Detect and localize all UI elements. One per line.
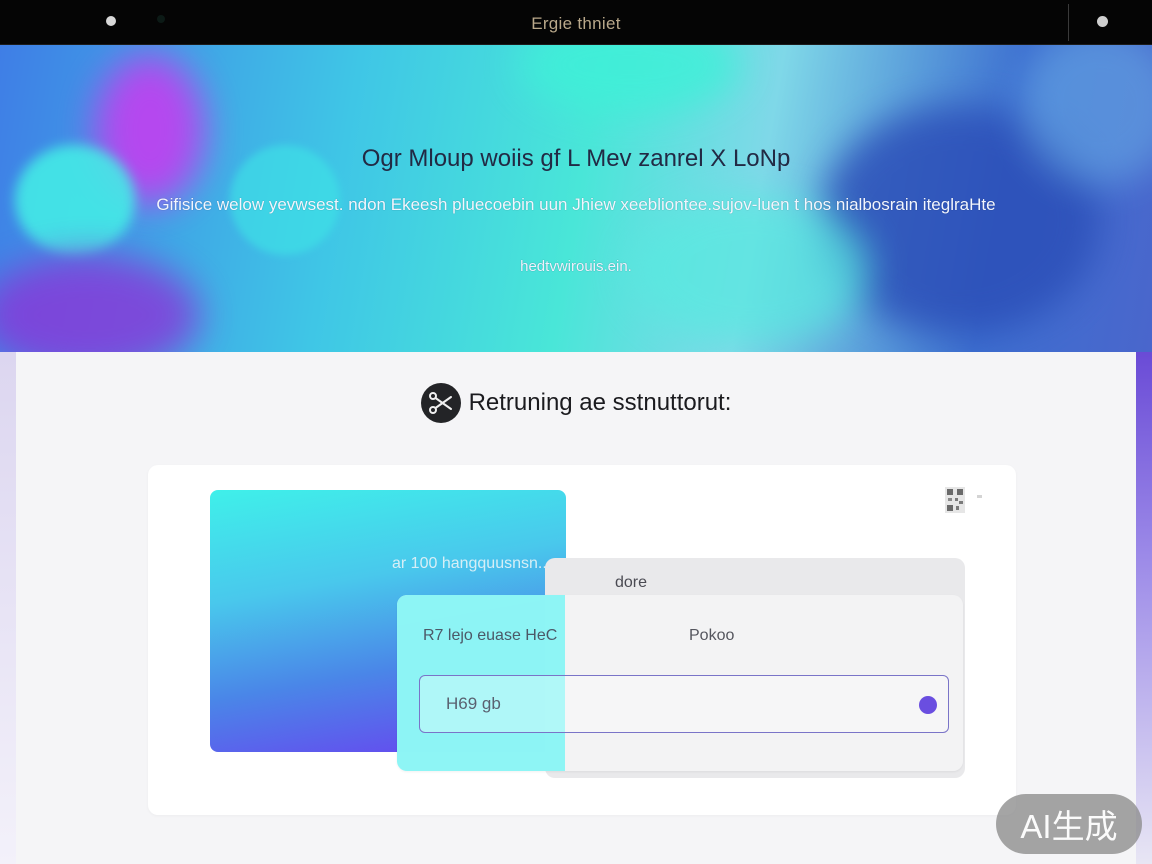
page: Ergie thniet Ogr Mloup woiis gf L Mev za… [0, 0, 1152, 864]
qr-caption-mark [977, 495, 982, 498]
main-card: Retruning ae sstnuttorut: dore ar 100 ha… [16, 352, 1136, 864]
hero-banner: Ogr Mloup woiis gf L Mev zanrel X LoNp G… [0, 45, 1152, 365]
section-header: Retruning ae sstnuttorut: [16, 382, 1136, 424]
qr-code-icon[interactable] [945, 487, 965, 513]
menu-dot-icon[interactable] [1097, 16, 1108, 27]
hero-blob [520, 45, 740, 115]
top-bar: Ergie thniet [0, 0, 1152, 45]
scissors-icon [420, 383, 461, 423]
hero-headline: Ogr Mloup woiis gf L Mev zanrel X LoNp [361, 145, 791, 172]
toolbar-divider [1068, 4, 1069, 41]
form-container: dore ar 100 hangquusnsn... R7 lejo euase… [148, 465, 1016, 815]
hero-subline: Gifisice welow yevwsest. ndon Ekeesh plu… [156, 195, 996, 214]
ai-generated-badge: AI生成 [996, 794, 1142, 854]
field-label-right: Pokoo [689, 627, 735, 644]
radio-dot-icon[interactable] [919, 696, 937, 714]
right-edge [1136, 352, 1152, 864]
hero-link[interactable]: hedtvwirouis.ein. [0, 258, 1152, 275]
left-edge [0, 352, 16, 864]
text-input[interactable]: H69 gb [419, 675, 949, 733]
section-title: Retruning ae sstnuttorut: [468, 389, 732, 416]
input-panel: R7 lejo euase HeC Pokoo H69 gb [397, 595, 963, 771]
input-value: H69 gb [446, 694, 501, 713]
window-title: Ergie thniet [531, 14, 621, 33]
faded-caption: ar 100 hangquusnsn... [392, 555, 552, 572]
field-label-left: R7 lejo euase HeC [423, 627, 558, 644]
back-panel-label: dore [615, 574, 648, 591]
